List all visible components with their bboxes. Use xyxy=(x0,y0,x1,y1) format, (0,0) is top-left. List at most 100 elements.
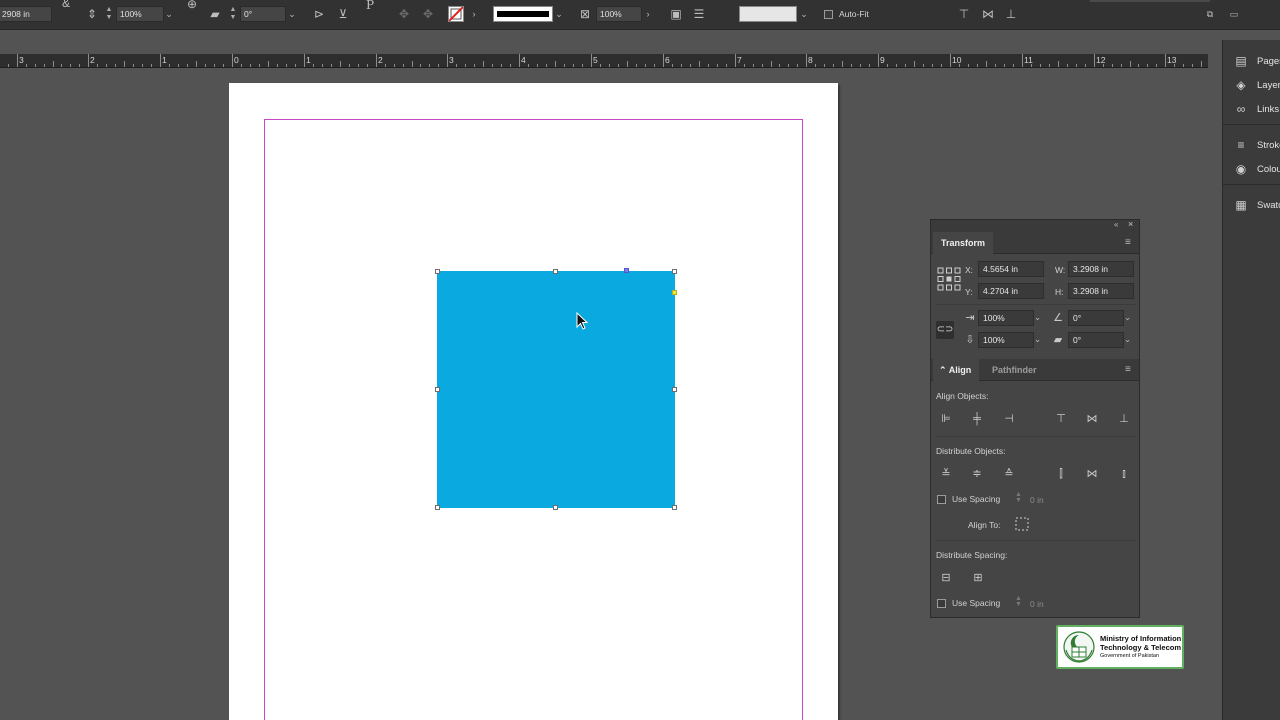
align-bottom-edges-icon[interactable]: ⊥ xyxy=(1115,411,1133,427)
text-frame-icon[interactable]: P xyxy=(362,0,378,14)
corner-option-handle[interactable] xyxy=(672,290,677,295)
ruler-tick xyxy=(860,64,861,67)
y-label: Y: xyxy=(965,287,973,297)
chevron-right-icon[interactable]: › xyxy=(642,6,654,22)
align-horizontal-centers-icon[interactable]: ╪ xyxy=(968,411,986,427)
ruler-tick xyxy=(331,64,332,67)
reference-point-icon[interactable] xyxy=(937,267,961,291)
ruler-tick xyxy=(1040,64,1041,67)
distribute-vertical-space-icon[interactable]: ⊟ xyxy=(937,570,955,586)
chevron-down-icon[interactable]: ⌄ xyxy=(1034,312,1041,323)
spacing-field[interactable]: 0 in xyxy=(1030,495,1044,505)
lock-proportions-icon[interactable]: ⊕ xyxy=(184,0,200,13)
resize-handle-right[interactable] xyxy=(672,387,677,392)
ruler-tick xyxy=(1058,61,1059,67)
quick-apply-icon[interactable]: ⧉ xyxy=(1202,5,1218,23)
chevron-down-icon[interactable]: ⌄ xyxy=(553,6,565,22)
align-top-icon[interactable]: ⊤ xyxy=(956,5,972,23)
ruler-tick xyxy=(376,54,377,67)
scale-y-field[interactable]: 100% xyxy=(978,332,1034,348)
panel-menu-icon[interactable]: ≡ xyxy=(1125,237,1131,248)
width-field[interactable]: 3.2908 in xyxy=(1068,261,1134,277)
distribute-left-icon[interactable]: ⫿ xyxy=(1052,466,1070,482)
chevron-down-icon[interactable]: ⌄ xyxy=(163,6,175,22)
spacing-stepper[interactable]: ▲ ▼ xyxy=(1015,491,1022,504)
dock-item-stroke[interactable]: ≡ Stroke xyxy=(1233,136,1280,154)
constrain-link-icon[interactable]: & xyxy=(58,0,74,12)
horizontal-ruler[interactable]: 3 2 1 0 1 2 3 4 5 6 7 8 9 10 11 12 13 xyxy=(0,54,1208,68)
shear-field[interactable]: 0° xyxy=(1068,332,1124,348)
use-spacing-checkbox-2[interactable] xyxy=(937,599,946,608)
panel-options-icon[interactable]: ▭ xyxy=(1226,5,1242,23)
distribute-right-icon[interactable]: ⫾ xyxy=(1115,466,1133,482)
use-spacing-checkbox[interactable] xyxy=(937,495,946,504)
resize-handle-top[interactable] xyxy=(553,269,558,274)
chevron-down-icon[interactable]: ⌄ xyxy=(1124,312,1131,323)
rotation-field[interactable]: 0° xyxy=(1068,310,1124,326)
rotate-field[interactable]: 0° xyxy=(240,6,286,22)
scale-x-field[interactable]: 100% xyxy=(978,310,1034,326)
reference-field[interactable]: 2908 in xyxy=(0,6,52,22)
scale-stepper[interactable]: ▲ ▼ xyxy=(104,6,114,22)
select-content-icon[interactable]: ✥ xyxy=(420,5,436,23)
tab-transform[interactable]: Transform xyxy=(933,232,994,254)
spacing-stepper-2[interactable]: ▲ ▼ xyxy=(1015,595,1022,608)
center-content-icon[interactable]: ☰ xyxy=(691,5,707,23)
resize-handle-bottom-left[interactable] xyxy=(435,505,440,510)
flip-horizontal-icon[interactable]: ⊳ xyxy=(311,5,327,23)
distribute-bottom-icon[interactable]: ≙ xyxy=(1000,466,1018,482)
align-vcenter-icon[interactable]: ⋈ xyxy=(980,5,996,23)
object-style-dropdown[interactable] xyxy=(739,6,797,22)
dock-item-colour[interactable]: ◉ Colour xyxy=(1233,160,1280,178)
close-icon[interactable]: × xyxy=(1128,219,1133,229)
x-position-field[interactable]: 4.5654 in xyxy=(978,261,1044,277)
blue-rectangle[interactable] xyxy=(437,271,675,508)
rotate-handle[interactable] xyxy=(624,268,629,273)
dock-item-links[interactable]: ∞ Links xyxy=(1233,100,1279,118)
resize-handle-bottom-right[interactable] xyxy=(672,505,677,510)
rotate-stepper[interactable]: ▲ ▼ xyxy=(228,6,238,22)
dock-item-swatches[interactable]: ▦ Swatches xyxy=(1233,196,1280,214)
ruler-tick xyxy=(313,64,314,67)
chevron-down-icon[interactable]: ⌄ xyxy=(1034,334,1041,345)
fill-swatch[interactable] xyxy=(448,6,464,22)
align-to-selection-icon[interactable] xyxy=(1014,516,1030,532)
distribute-top-icon[interactable]: ≚ xyxy=(937,466,955,482)
collapse-icon[interactable]: « xyxy=(1114,220,1118,229)
flip-vertical-icon[interactable]: ⊻ xyxy=(335,5,351,23)
resize-handle-bottom[interactable] xyxy=(553,505,558,510)
chevron-down-icon[interactable]: ⌄ xyxy=(1124,334,1131,345)
select-container-icon[interactable]: ✥ xyxy=(396,5,412,23)
align-vertical-centers-icon[interactable]: ⋈ xyxy=(1083,411,1101,427)
chevron-down-icon[interactable]: ⌄ xyxy=(798,6,810,22)
resize-handle-top-right[interactable] xyxy=(672,269,677,274)
dock-item-pages[interactable]: ▤ Pages xyxy=(1233,52,1280,70)
resize-handle-left[interactable] xyxy=(435,387,440,392)
dock-item-layers[interactable]: ◈ Layers xyxy=(1233,76,1280,94)
scale-field[interactable]: 100% xyxy=(116,6,164,22)
chevron-right-icon[interactable]: › xyxy=(468,6,480,22)
panel-title-bar[interactable]: « × xyxy=(931,219,1139,232)
resize-handle-top-left[interactable] xyxy=(435,269,440,274)
pages-icon: ▤ xyxy=(1235,54,1247,68)
shear-icon[interactable]: ▰ xyxy=(207,5,223,23)
stroke-type-dropdown[interactable] xyxy=(493,6,553,22)
height-field[interactable]: 3.2908 in xyxy=(1068,283,1134,299)
chevron-down-icon[interactable]: ⌄ xyxy=(286,6,298,22)
align-top-edges-icon[interactable]: ⊤ xyxy=(1052,411,1070,427)
constrain-proportions-icon[interactable]: ⊂⊃ xyxy=(936,321,954,339)
panel-menu-icon[interactable]: ≡ xyxy=(1125,364,1131,375)
frame-fit-icon[interactable]: ▣ xyxy=(668,5,684,23)
align-bottom-icon[interactable]: ⊥ xyxy=(1003,5,1019,23)
align-left-edges-icon[interactable]: ⊫ xyxy=(937,411,955,427)
y-position-field[interactable]: 4.2704 in xyxy=(978,283,1044,299)
spacing-field-2[interactable]: 0 in xyxy=(1030,599,1044,609)
tab-align[interactable]: ⌃ Align xyxy=(933,359,980,381)
tab-pathfinder[interactable]: Pathfinder xyxy=(992,359,1037,381)
auto-fit-checkbox[interactable] xyxy=(824,10,833,19)
distribute-hcenter-icon[interactable]: ⋈ xyxy=(1083,466,1101,482)
opacity-field[interactable]: 100% xyxy=(596,6,642,22)
distribute-horizontal-space-icon[interactable]: ⊞ xyxy=(969,570,987,586)
distribute-vcenter-icon[interactable]: ≑ xyxy=(968,466,986,482)
align-right-edges-icon[interactable]: ⊣ xyxy=(1000,411,1018,427)
